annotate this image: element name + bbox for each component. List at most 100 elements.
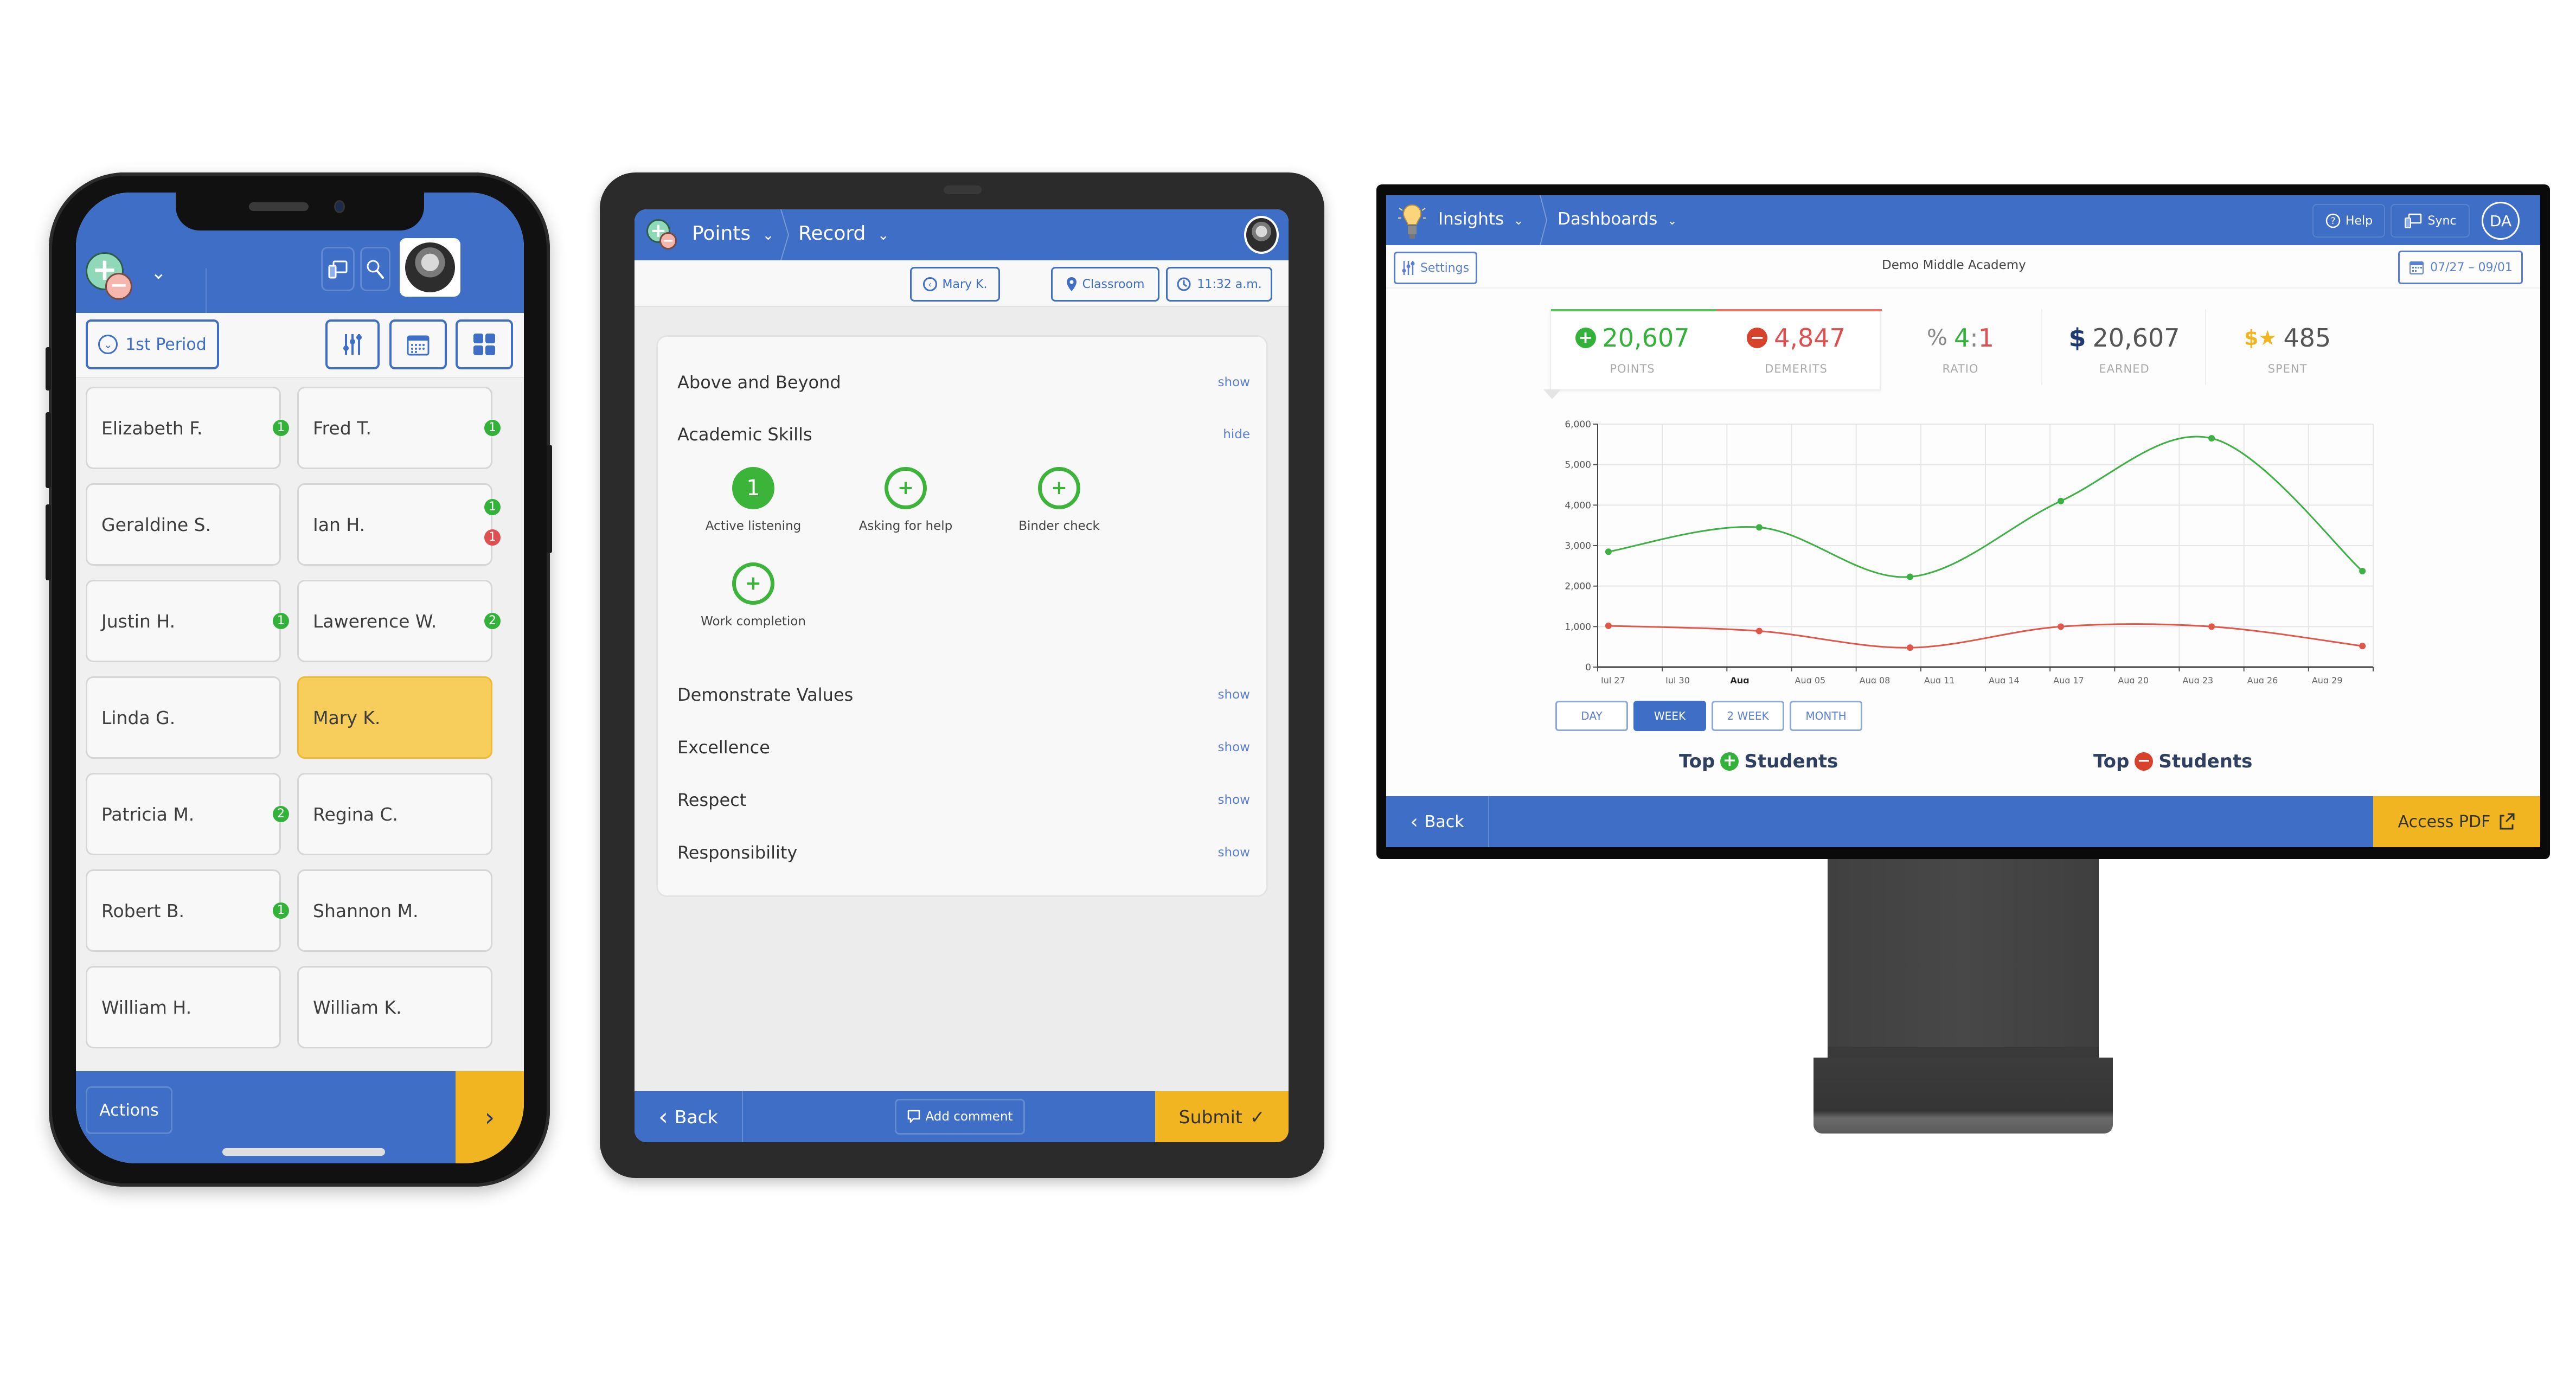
student-card[interactable]: Ian H. 1 1: [297, 483, 501, 566]
behavior-categories-card: Above and Beyond show Academic Skills hi…: [656, 335, 1268, 897]
help-label: Help: [2345, 214, 2373, 228]
date-range-button[interactable]: 07/27 – 09/01: [2398, 251, 2523, 284]
student-card[interactable]: Justin H. 1: [86, 580, 289, 662]
category-toggle-link[interactable]: show: [1218, 793, 1250, 807]
category-toggle-link[interactable]: show: [1218, 688, 1250, 702]
points-count-badge: 1: [273, 420, 289, 436]
student-name: William K.: [313, 996, 402, 1018]
avatar[interactable]: [1244, 216, 1279, 254]
lightbulb-logo-icon[interactable]: [1396, 202, 1428, 241]
heading-suffix: Students: [1744, 751, 1838, 772]
student-card[interactable]: Lawerence W. 2: [297, 580, 501, 662]
user-avatar-button[interactable]: [400, 238, 460, 297]
insights-menu[interactable]: Insights ⌄: [1438, 209, 1523, 229]
student-name: Robert B.: [101, 900, 185, 921]
data-point-points: [2058, 497, 2065, 504]
user-initials-avatar[interactable]: DA: [2482, 202, 2520, 240]
period-selector[interactable]: ⌄ 1st Period: [86, 319, 219, 369]
points-count-badge: 1: [484, 420, 501, 436]
top-points-students-heading: Top + Students: [1679, 751, 1838, 772]
app-menu[interactable]: Points ⌄: [692, 222, 774, 245]
student-card[interactable]: Shannon M.: [297, 869, 492, 952]
settings-label: Settings: [1420, 261, 1470, 275]
ratio-demerits-value: 1: [1978, 323, 1995, 353]
student-card[interactable]: Geraldine S.: [86, 483, 281, 566]
location-chip-label: Classroom: [1082, 277, 1145, 291]
data-point-points: [1605, 548, 1612, 555]
behavior-item[interactable]: + Binder check: [994, 467, 1124, 533]
student-card[interactable]: Regina C.: [297, 773, 492, 855]
x-tick-label: Aug 08: [1860, 675, 1891, 683]
filter-button[interactable]: [325, 319, 380, 369]
stat-ratio: % 4:1 RATIO: [1880, 309, 2042, 385]
heading-prefix: Top: [1679, 751, 1715, 772]
category-toggle-link[interactable]: show: [1218, 740, 1250, 754]
dashboards-menu[interactable]: Dashboards ⌄: [1558, 209, 1677, 229]
devices-sync-icon: [328, 260, 348, 279]
student-name: Mary K.: [313, 707, 381, 728]
period-tab-2-week[interactable]: 2 WEEK: [1712, 701, 1784, 731]
student-card[interactable]: William H.: [86, 966, 281, 1048]
add-comment-label: Add comment: [925, 1110, 1013, 1124]
behavior-label: Work completion: [701, 614, 806, 629]
next-button[interactable]: ›: [456, 1071, 524, 1163]
time-chip[interactable]: 11:32 a.m.: [1166, 267, 1272, 302]
grid-view-button[interactable]: [456, 319, 513, 369]
location-chip[interactable]: Classroom: [1051, 267, 1159, 302]
category-toggle-link[interactable]: hide: [1223, 427, 1250, 441]
stat-label: DEMERITS: [1765, 362, 1828, 375]
student-card[interactable]: Linda G.: [86, 676, 281, 759]
add-behavior-plus-icon: +: [732, 562, 774, 605]
period-tab-month[interactable]: MONTH: [1790, 701, 1862, 731]
category-toggle-link[interactable]: show: [1218, 846, 1250, 860]
student-card[interactable]: Mary K.: [297, 676, 492, 759]
panel-pointer: [1543, 389, 1561, 399]
student-name: Ian H.: [313, 514, 366, 535]
behavior-item[interactable]: + Asking for help: [841, 467, 971, 533]
points-count-badge: 2: [484, 613, 501, 629]
submit-button[interactable]: Submit ✓: [1155, 1091, 1289, 1142]
student-card[interactable]: Robert B. 1: [86, 869, 289, 952]
points-count-badge: 1: [273, 902, 289, 919]
behavior-item[interactable]: + Work completion: [688, 562, 818, 629]
phone-footer: Actions ›: [76, 1071, 524, 1163]
back-button[interactable]: ‹ Back: [1386, 796, 1489, 847]
y-tick-label: 2,000: [1565, 581, 1591, 592]
chevron-down-circle-icon: ⌄: [98, 335, 118, 354]
student-chip[interactable]: ‹ Mary K.: [910, 267, 1000, 302]
period-tab-day[interactable]: DAY: [1555, 701, 1628, 731]
back-button[interactable]: ‹ Back: [635, 1091, 743, 1142]
behavior-count-badge: 1: [732, 467, 774, 509]
student-card[interactable]: Patricia M. 2: [86, 773, 289, 855]
data-point-demerits: [2058, 623, 2065, 630]
behavior-item[interactable]: 1 Active listening: [688, 467, 818, 533]
student-grid: Elizabeth F. 1 Fred T. 1 Geraldine S. Ian H. 1…: [76, 378, 524, 1071]
student-card[interactable]: Fred T. 1: [297, 387, 501, 469]
student-name: Geraldine S.: [101, 514, 212, 535]
category-toggle-link[interactable]: show: [1218, 375, 1250, 389]
chevron-left-icon: ‹: [658, 1103, 668, 1131]
actions-button[interactable]: Actions: [86, 1086, 172, 1134]
student-card[interactable]: William K.: [297, 966, 492, 1048]
period-tab-week[interactable]: WEEK: [1633, 701, 1706, 731]
help-button[interactable]: ? Help: [2312, 204, 2385, 238]
chevron-down-icon[interactable]: ⌄: [151, 262, 166, 284]
sliders-icon: [343, 334, 362, 355]
points-plus-minus-logo[interactable]: + −: [646, 219, 681, 254]
minus-circle-icon: −: [1747, 328, 1768, 348]
tablet-camera: [944, 185, 982, 194]
calendar-button[interactable]: [389, 319, 447, 369]
search-button[interactable]: [360, 247, 390, 291]
sync-button[interactable]: Sync: [2391, 204, 2470, 238]
phone-mute-switch: [46, 347, 51, 390]
phone-volume-up: [46, 412, 51, 488]
sync-devices-button[interactable]: [321, 247, 355, 291]
settings-button[interactable]: Settings: [1394, 252, 1477, 284]
access-pdf-button[interactable]: Access PDF: [2373, 796, 2540, 847]
section-menu[interactable]: Record ⌄: [798, 222, 889, 245]
points-plus-minus-logo[interactable]: + −: [86, 252, 138, 304]
category-row: Above and Beyond show: [677, 366, 1250, 399]
tablet-footer: ‹ Back Add comment Submit ✓: [635, 1091, 1289, 1142]
student-card[interactable]: Elizabeth F. 1: [86, 387, 289, 469]
add-comment-button[interactable]: Add comment: [895, 1099, 1025, 1135]
